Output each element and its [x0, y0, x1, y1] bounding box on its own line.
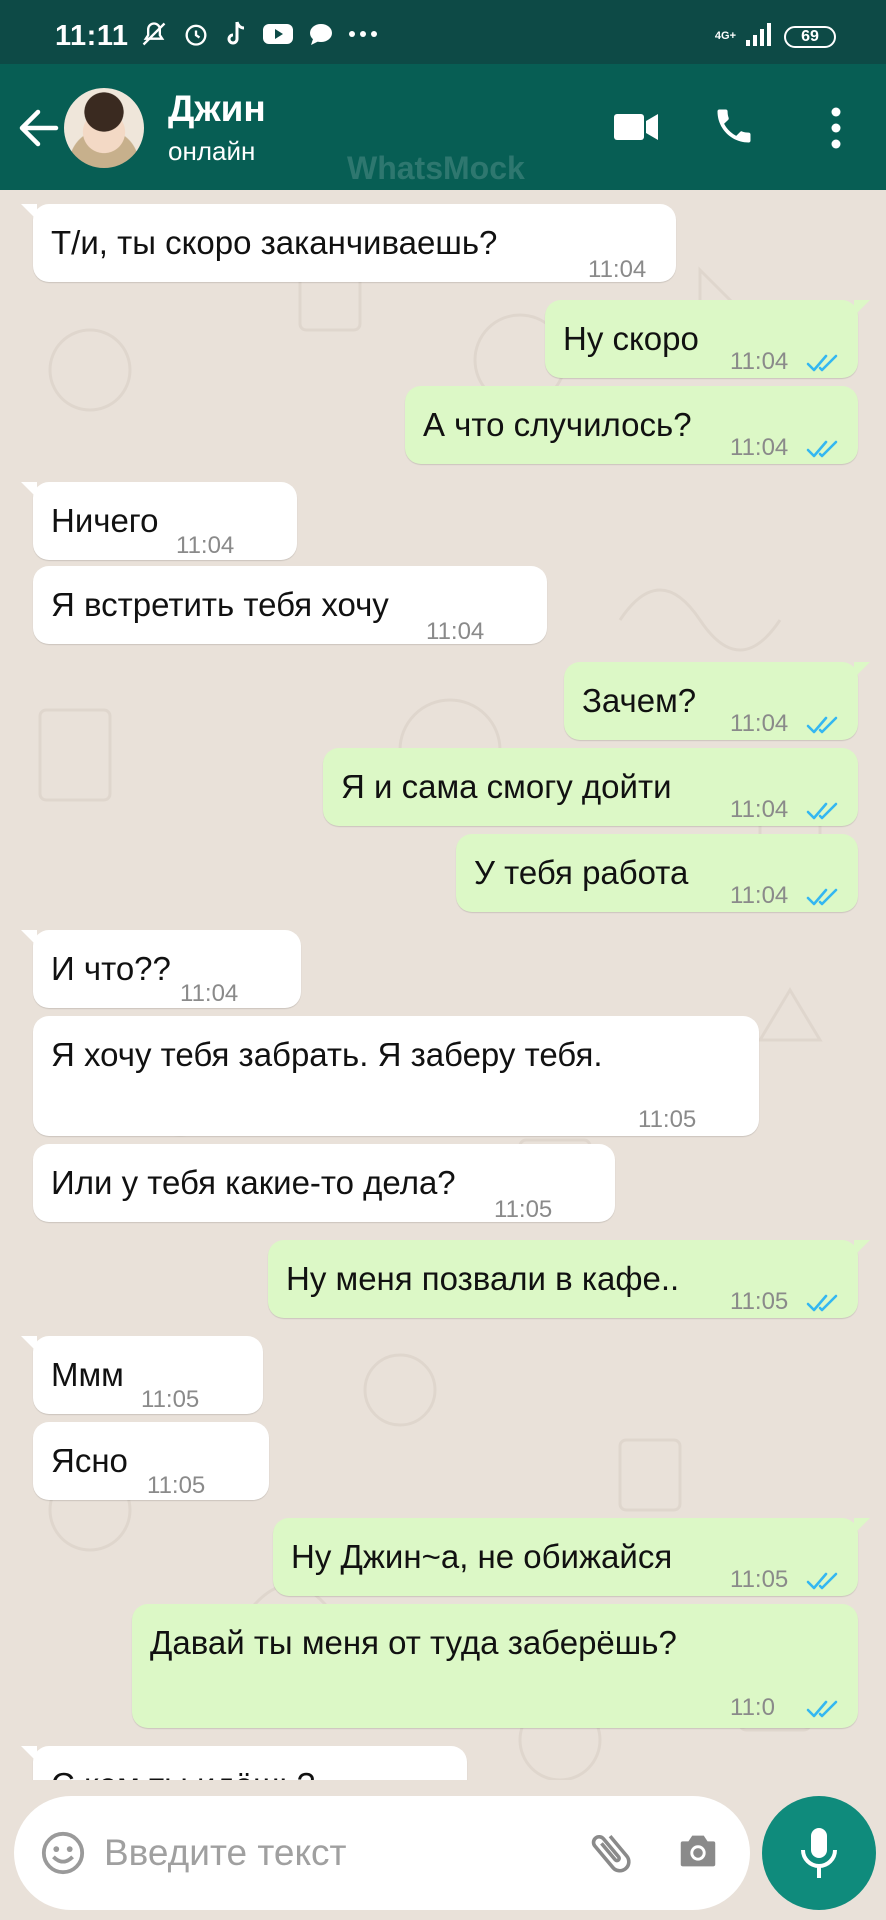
message-time: 11:04 [176, 532, 235, 559]
incoming-message[interactable]: Ммм 11:05 [21, 1336, 263, 1414]
message-time: 11:04 [730, 348, 789, 375]
read-double-tick-icon [806, 354, 838, 372]
message-text: Я хочу тебя забрать. Я заберу тебя. [51, 1036, 603, 1073]
read-double-tick-icon [806, 888, 838, 906]
message-text: Давай ты меня от туда заберёшь? [150, 1624, 677, 1661]
signal-icon [746, 22, 774, 51]
read-double-tick-icon [806, 1572, 838, 1590]
outgoing-message[interactable]: Я и сама смогу дойти 11:04 [323, 748, 858, 826]
message-text: С кем ты идёшь? [51, 1766, 449, 1780]
voice-record-button[interactable] [762, 1796, 876, 1910]
youtube-icon [262, 22, 294, 46]
incoming-message[interactable]: С кем ты идёшь? [21, 1746, 467, 1780]
outgoing-message[interactable]: Ну Джин~а, не обижайся 11:05 [273, 1518, 870, 1596]
message-text: Т/и, ты скоро заканчиваешь? [51, 224, 498, 261]
read-double-tick-icon [806, 802, 838, 820]
mute-bell-icon [140, 20, 168, 48]
outgoing-message[interactable]: У тебя работа 11:04 [456, 834, 858, 912]
incoming-message[interactable]: Я встретить тебя хочу 11:04 [33, 566, 547, 645]
tiktok-icon [224, 20, 248, 48]
incoming-message[interactable]: Ничего 11:04 [21, 482, 297, 560]
read-double-tick-icon [806, 716, 838, 734]
message-time: 11:05 [730, 1288, 789, 1315]
outgoing-message[interactable]: Давай ты меня от туда заберёшь? 11:0 [132, 1604, 858, 1728]
message-text: Зачем? [582, 682, 697, 719]
read-double-tick-icon [806, 1700, 838, 1718]
message-time: 11:04 [588, 256, 647, 283]
incoming-message[interactable]: Я хочу тебя забрать. Я заберу тебя. 11:05 [33, 1016, 759, 1136]
message-text: Ну скоро [563, 320, 699, 357]
incoming-message[interactable]: И что?? 11:04 [21, 930, 301, 1008]
chat-header: Джин онлайн WhatsMock [0, 64, 886, 190]
back-arrow-icon[interactable] [16, 108, 60, 153]
status-right: 4G+ 69 [715, 22, 836, 51]
voice-call-icon[interactable] [712, 104, 756, 153]
message-time: 11:04 [730, 882, 789, 909]
contact-avatar[interactable] [64, 88, 144, 168]
outgoing-message[interactable]: Ну скоро 11:04 [545, 300, 870, 378]
message-time: 11:04 [730, 710, 789, 737]
overflow-menu-icon[interactable] [826, 106, 846, 155]
message-time: 11:04 [730, 796, 789, 823]
video-call-icon[interactable] [614, 112, 658, 147]
read-double-tick-icon [806, 1294, 838, 1312]
message-time: 11:0 [730, 1694, 775, 1721]
message-time: 11:05 [638, 1106, 697, 1133]
contact-status: онлайн [168, 136, 256, 166]
message-time: 11:05 [730, 1566, 789, 1593]
message-time: 11:04 [426, 618, 485, 645]
message-input[interactable] [102, 1826, 566, 1880]
incoming-message[interactable]: Или у тебя какие-то дела? 11:05 [33, 1144, 615, 1223]
outgoing-message[interactable]: Ну меня позвали в кафе.. 11:05 [268, 1240, 870, 1318]
message-text: Ничего [51, 502, 159, 539]
camera-icon[interactable] [674, 1828, 722, 1879]
status-bar: 11:11 4G+ 69 [0, 0, 886, 64]
outgoing-message[interactable]: Зачем? 11:04 [564, 662, 870, 740]
battery-indicator: 69 [784, 25, 836, 48]
incoming-message[interactable]: Ясно 11:05 [33, 1422, 269, 1500]
message-time: 11:05 [147, 1472, 206, 1499]
status-icons [140, 20, 378, 48]
chat-bubble-icon [308, 22, 334, 46]
message-composer [14, 1796, 750, 1910]
alarm-icon [182, 20, 210, 48]
chat-area[interactable]: Т/и, ты скоро заканчиваешь? 11:04 Ну скоро… [0, 190, 886, 1780]
message-time: 11:05 [494, 1196, 553, 1223]
message-time: 11:05 [141, 1386, 200, 1413]
microphone-icon [799, 1826, 839, 1885]
network-type: 4G+ [714, 30, 736, 42]
incoming-message[interactable]: Т/и, ты скоро заканчиваешь? 11:04 [21, 204, 676, 283]
attach-icon[interactable] [584, 1826, 638, 1885]
more-dots-icon [348, 29, 378, 39]
message-time: 11:04 [180, 980, 239, 1007]
outgoing-message[interactable]: А что случилось? 11:04 [405, 386, 858, 464]
status-time: 11:11 [55, 20, 129, 52]
message-text: И что?? [51, 950, 171, 987]
contact-name[interactable]: Джин [168, 88, 266, 130]
read-double-tick-icon [806, 440, 838, 458]
watermark: WhatsMock [347, 150, 525, 186]
message-time: 11:04 [730, 434, 789, 461]
emoji-icon[interactable] [40, 1830, 86, 1881]
